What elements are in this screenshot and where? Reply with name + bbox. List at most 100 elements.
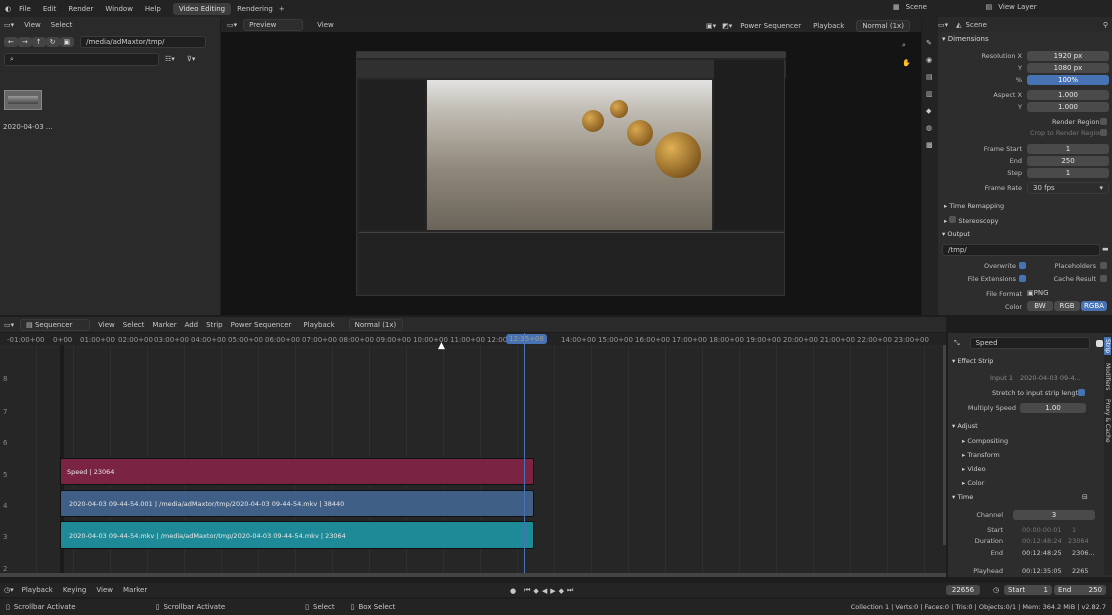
preview-menu-view[interactable]: View: [317, 21, 334, 29]
file-name[interactable]: 2020-04-03 ...: [3, 123, 53, 131]
search-input[interactable]: ⌕: [4, 52, 159, 66]
strip-mute-checkbox[interactable]: [1095, 339, 1103, 347]
multiply-speed-field[interactable]: 1.00: [1020, 403, 1086, 413]
placeholders-checkbox[interactable]: [1100, 262, 1107, 269]
parent-icon[interactable]: ↑: [31, 37, 46, 47]
menu-edit[interactable]: Edit: [43, 5, 57, 13]
seq-menu-strip[interactable]: Strip: [206, 321, 222, 329]
next-key-icon[interactable]: ◆: [559, 587, 564, 595]
input1-field[interactable]: 2020-04-03 09-4...: [1020, 374, 1081, 382]
current-frame-indicator[interactable]: 12:35+08: [506, 334, 547, 344]
tl-menu-playback[interactable]: Playback: [22, 586, 53, 594]
record-icon[interactable]: ●: [510, 587, 516, 595]
color-header[interactable]: ▸ Color: [962, 479, 984, 487]
stereo-header[interactable]: ▸ Stereoscopy: [944, 216, 999, 225]
frame-start-field[interactable]: 1: [1027, 144, 1109, 154]
res-x-field[interactable]: 1920 px: [1027, 51, 1109, 61]
props-editor-icon[interactable]: ▭▾: [938, 21, 948, 29]
preview-playback[interactable]: Playback: [813, 22, 844, 30]
output-header[interactable]: ▾ Output: [942, 230, 970, 238]
jump-start-icon[interactable]: ⏮: [524, 586, 530, 595]
seq-menu-marker[interactable]: Marker: [152, 321, 176, 329]
blender-logo-icon[interactable]: ◐: [5, 5, 11, 13]
color-rgba-button[interactable]: RGBA: [1081, 301, 1107, 311]
res-pct-field[interactable]: 100%: [1027, 75, 1109, 85]
file-thumbnail[interactable]: [4, 90, 42, 110]
display-mode-icon[interactable]: ☷▾: [165, 55, 175, 63]
preview-editor-icon[interactable]: ▭▾: [227, 21, 237, 29]
overwrite-checkbox[interactable]: [1019, 262, 1026, 269]
horizontal-scrollbar[interactable]: [0, 573, 946, 577]
preview-power-sequencer[interactable]: Power Sequencer: [740, 22, 801, 30]
texture-icon[interactable]: ▩: [926, 137, 938, 154]
new-folder-icon[interactable]: ▣: [59, 37, 75, 47]
compositing-header[interactable]: ▸ Compositing: [962, 437, 1008, 445]
seq-menu-view[interactable]: View: [98, 321, 115, 329]
movie-strip-001[interactable]: 2020-04-03 09-44-54.001 | /media/adMaxto…: [60, 490, 534, 517]
timeline-editor-icon[interactable]: ◷▾: [4, 586, 14, 594]
scene-tab-icon[interactable]: ◆: [926, 103, 938, 120]
movie-strip[interactable]: 2020-04-03 09-44-54.mkv | /media/adMaxto…: [60, 521, 534, 549]
zoom-icon[interactable]: ⌕: [902, 41, 906, 50]
seq-menu-select[interactable]: Select: [123, 321, 145, 329]
seq-menu-playback[interactable]: Playback: [303, 321, 334, 329]
add-workspace-button[interactable]: +: [279, 5, 285, 13]
time-header[interactable]: ▾ Time: [952, 493, 973, 501]
file-ext-checkbox[interactable]: [1019, 275, 1026, 282]
dimensions-header[interactable]: ▾ Dimensions: [942, 35, 989, 43]
aspect-x-field[interactable]: 1.000: [1027, 90, 1109, 100]
menu-render[interactable]: Render: [68, 5, 93, 13]
sequencer-tracks[interactable]: 8 7 6 5 4 3 2 Speed | 23064 2020-04-03 0…: [0, 333, 946, 577]
play-reverse-icon[interactable]: ◀: [542, 587, 547, 595]
folder-icon[interactable]: ▬: [1102, 245, 1109, 253]
tl-menu-keying[interactable]: Keying: [63, 586, 87, 594]
filter-icon[interactable]: ⊽▾: [187, 55, 196, 63]
refresh-icon[interactable]: ↻: [45, 37, 60, 47]
tab-modifiers[interactable]: Modifiers: [1104, 363, 1111, 390]
world-icon[interactable]: ◍: [926, 120, 938, 137]
aspect-y-field[interactable]: 1.000: [1027, 102, 1109, 112]
forward-icon[interactable]: →: [17, 37, 32, 47]
scene-selector[interactable]: Scene: [906, 3, 986, 11]
fb-menu-view[interactable]: View: [24, 21, 41, 29]
seq-menu-power-sequencer[interactable]: Power Sequencer: [231, 321, 292, 329]
lock-icon[interactable]: ⊟: [1082, 493, 1088, 501]
menu-window[interactable]: Window: [105, 5, 133, 13]
seq-speed-select[interactable]: Normal (1x): [348, 318, 403, 331]
frame-step-field[interactable]: 1: [1027, 168, 1109, 178]
render-icon[interactable]: ◉: [926, 52, 938, 69]
view-layer-selector[interactable]: View Layer: [998, 3, 1036, 11]
strip-name-field[interactable]: Speed: [969, 337, 1090, 349]
file-format-select[interactable]: ▣ PNG: [1027, 289, 1049, 297]
channel-field[interactable]: 3: [1013, 510, 1095, 520]
menu-file[interactable]: File: [19, 5, 31, 13]
seq-editor-icon[interactable]: ▭▾: [4, 321, 14, 329]
seq-menu-add[interactable]: Add: [185, 321, 199, 329]
tl-menu-view[interactable]: View: [96, 586, 113, 594]
back-icon[interactable]: ←: [4, 37, 18, 47]
gizmo-icon[interactable]: ◩▾: [722, 22, 732, 30]
transform-header[interactable]: ▸ Transform: [962, 451, 1000, 459]
res-y-field[interactable]: 1080 px: [1027, 63, 1109, 73]
tl-menu-marker[interactable]: Marker: [123, 586, 147, 594]
jump-end-icon[interactable]: ⏭: [567, 586, 573, 595]
effect-strip-header[interactable]: ▾ Effect Strip: [952, 357, 993, 365]
stretch-checkbox[interactable]: [1078, 389, 1085, 396]
start-frame-field[interactable]: Start 1: [1004, 585, 1052, 595]
tab-rendering[interactable]: Rendering: [237, 5, 273, 13]
clock-icon[interactable]: ◷: [993, 586, 999, 594]
frame-end-field[interactable]: 250: [1027, 156, 1109, 166]
render-region-checkbox[interactable]: [1100, 118, 1107, 125]
tab-video-editing[interactable]: Video Editing: [172, 2, 232, 15]
output-icon[interactable]: ▤: [926, 69, 938, 86]
editor-type-icon[interactable]: ▭▾: [4, 21, 14, 29]
view-layer-tab-icon[interactable]: ▥: [926, 86, 938, 103]
overlay-icon[interactable]: ▣▾: [706, 22, 716, 30]
pin-icon[interactable]: ⚲: [1103, 21, 1108, 29]
color-rgb-button[interactable]: RGB: [1054, 301, 1080, 311]
pan-hand-icon[interactable]: ✋: [902, 59, 911, 67]
end-frame-field[interactable]: End 250: [1054, 585, 1106, 595]
frame-rate-select[interactable]: 30 fps ▾: [1027, 182, 1109, 194]
time-remap-header[interactable]: ▸ Time Remapping: [944, 202, 1004, 210]
playhead-line[interactable]: [524, 333, 525, 577]
